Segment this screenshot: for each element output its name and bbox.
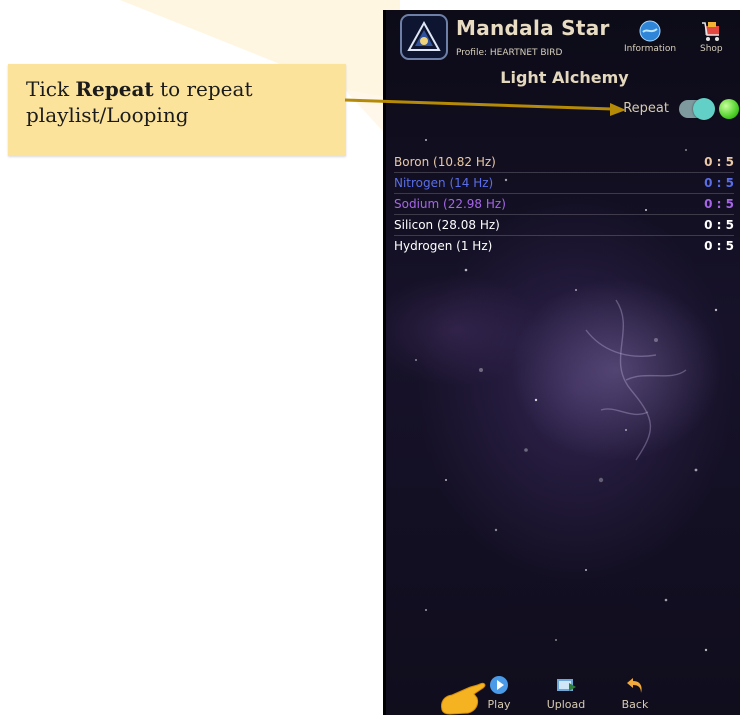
- track-duration: 0 : 5: [704, 197, 734, 211]
- app-logo[interactable]: [400, 14, 448, 60]
- shop-button[interactable]: Shop: [700, 20, 723, 54]
- upload-button[interactable]: Upload: [544, 675, 588, 711]
- repeat-label: Repeat: [623, 101, 669, 116]
- upload-label: Upload: [546, 698, 586, 711]
- track-duration: 0 : 5: [704, 155, 734, 169]
- play-icon: [490, 676, 508, 694]
- track-name: Hydrogen (1 Hz): [394, 239, 493, 253]
- callout-prefix: Tick: [26, 77, 76, 101]
- repeat-toggle[interactable]: [679, 98, 715, 120]
- app-screen: Mandala Star Profile: HEARTNET BIRD Info…: [383, 10, 740, 715]
- playlist-row[interactable]: Nitrogen (14 Hz) 0 : 5: [394, 173, 734, 194]
- pointing-hand-icon: [441, 682, 486, 715]
- cart-icon: [702, 22, 720, 41]
- track-name: Sodium (22.98 Hz): [394, 197, 506, 211]
- globe-icon: [639, 20, 661, 42]
- track-name: Silicon (28.08 Hz): [394, 218, 500, 232]
- profile-label: Profile: HEARTNET BIRD: [456, 48, 563, 58]
- app-title: Mandala Star: [456, 16, 610, 40]
- playlist-row[interactable]: Boron (10.82 Hz) 0 : 5: [394, 152, 734, 173]
- repeat-status-indicator: [719, 99, 739, 119]
- playlist-row[interactable]: Silicon (28.08 Hz) 0 : 5: [394, 215, 734, 236]
- track-name: Nitrogen (14 Hz): [394, 176, 494, 190]
- mandala-logo-icon: [407, 20, 441, 51]
- track-duration: 0 : 5: [704, 176, 734, 190]
- information-button[interactable]: Information: [624, 20, 676, 54]
- app-header: Mandala Star Profile: HEARTNET BIRD Info…: [386, 10, 740, 72]
- back-arrow-icon: [627, 678, 642, 693]
- playlist-row[interactable]: Hydrogen (1 Hz) 0 : 5: [394, 236, 734, 256]
- track-duration: 0 : 5: [704, 218, 734, 232]
- shop-label: Shop: [700, 44, 723, 54]
- track-name: Boron (10.82 Hz): [394, 155, 496, 169]
- playlist-title: Light Alchemy: [500, 68, 629, 87]
- back-label: Back: [621, 698, 649, 711]
- playlist: Boron (10.82 Hz) 0 : 5 Nitrogen (14 Hz) …: [394, 152, 734, 256]
- upload-icon: [557, 679, 576, 691]
- playlist-row[interactable]: Sodium (22.98 Hz) 0 : 5: [394, 194, 734, 215]
- back-button[interactable]: Back: [620, 675, 650, 711]
- tutorial-callout: Tick Repeat to repeat playlist/Looping: [8, 64, 346, 156]
- track-duration: 0 : 5: [704, 239, 734, 253]
- repeat-control: Repeat: [386, 98, 740, 120]
- callout-keyword: Repeat: [75, 77, 154, 101]
- information-label: Information: [624, 44, 677, 54]
- repeat-toggle-knob: [693, 98, 715, 120]
